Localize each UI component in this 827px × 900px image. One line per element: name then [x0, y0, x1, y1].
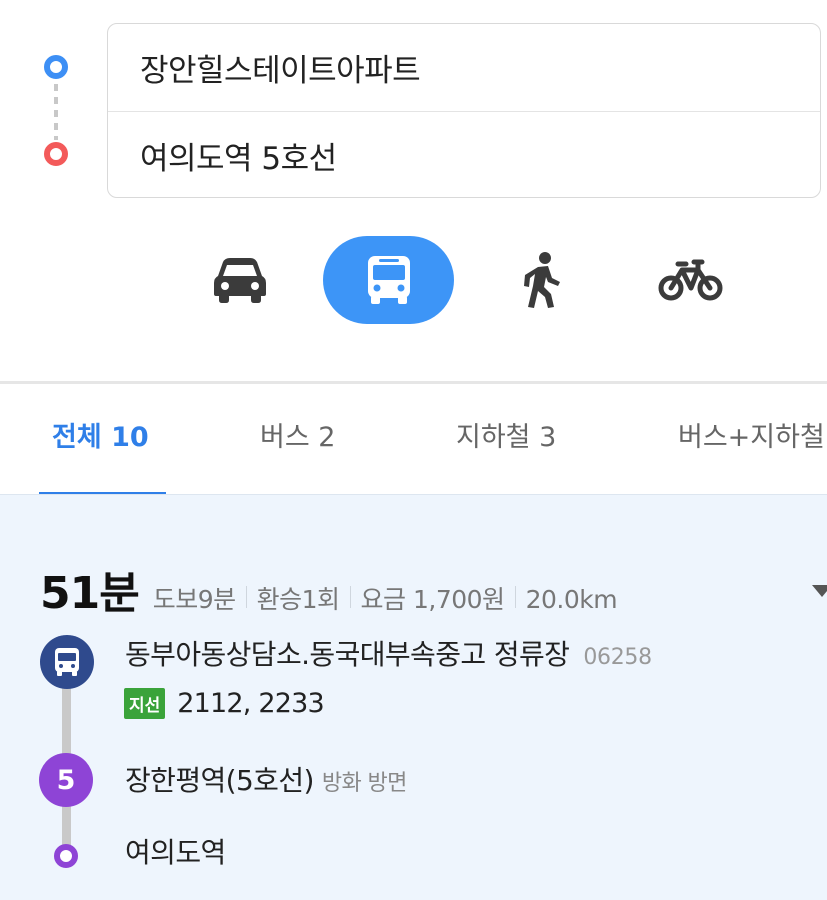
fare: 요금 1,700원	[360, 585, 506, 614]
tab-bus[interactable]: 버스 2	[260, 384, 335, 494]
timeline-subway-segment	[62, 801, 71, 845]
walk-mode-button[interactable]	[500, 236, 584, 324]
route-search-panel: 장안힐스테이트아파트 여의도역 5호선	[0, 0, 827, 215]
route-result-card[interactable]: 51분 도보9분 환승1회 요금 1,700원 20.0km 5 동부아동상담소…	[0, 495, 827, 900]
route-endpoint-markers	[40, 52, 72, 172]
total-time: 51분	[40, 568, 140, 619]
stop-name: 동부아동상담소.동국대부속중고 정류장	[125, 638, 570, 671]
tab-subway[interactable]: 지하철 3	[456, 384, 556, 494]
bike-mode-button[interactable]	[646, 236, 736, 324]
destination-node-icon	[54, 844, 78, 868]
meta-separator	[245, 586, 247, 608]
origin-dot-icon	[44, 55, 68, 79]
car-mode-button[interactable]	[198, 236, 282, 324]
route-filter-tabs: 전체 10 버스 2 지하철 3 버스+지하철	[0, 384, 827, 494]
stop-id: 06258	[583, 645, 652, 670]
tab-all[interactable]: 전체 10	[52, 384, 149, 494]
meta-separator	[349, 586, 351, 608]
destination-station[interactable]: 여의도역	[125, 831, 226, 871]
search-box: 장안힐스테이트아파트 여의도역 5호선	[107, 23, 821, 198]
expand-arrow-icon[interactable]	[812, 585, 827, 597]
bus-line-numbers: 2112, 2233	[177, 688, 324, 719]
walk-time: 도보9분	[152, 585, 236, 614]
subway-line-badge: 5	[39, 753, 93, 807]
station-name: 장한평역(5호선)	[125, 764, 314, 797]
direction: 방화 방면	[321, 771, 408, 796]
branch-bus-badge: 지선	[124, 688, 166, 719]
dotted-connector	[54, 84, 58, 140]
transfer-station[interactable]: 장한평역(5호선) 방화 방면	[125, 759, 407, 799]
bus-mode-button[interactable]	[323, 236, 454, 324]
bus-stop-node-icon	[40, 635, 94, 689]
meta-separator	[514, 586, 516, 608]
boarding-stop[interactable]: 동부아동상담소.동국대부속중고 정류장 06258	[125, 633, 652, 673]
destination-dot-icon	[44, 142, 68, 166]
origin-field[interactable]: 장안힐스테이트아파트	[108, 24, 820, 111]
distance: 20.0km	[525, 585, 618, 614]
transport-mode-selector	[0, 236, 827, 326]
bus-lines: 지선 2112, 2233	[124, 688, 325, 719]
transfer-count: 환승1회	[256, 585, 340, 614]
walk-icon	[524, 252, 560, 308]
bike-icon	[658, 259, 723, 301]
tab-bus-subway[interactable]: 버스+지하철	[678, 384, 825, 494]
bus-icon	[55, 648, 79, 676]
car-icon	[214, 258, 266, 303]
bus-icon	[367, 256, 410, 304]
route-summary: 51분 도보9분 환승1회 요금 1,700원 20.0km	[40, 557, 618, 619]
destination-field[interactable]: 여의도역 5호선	[108, 111, 820, 198]
